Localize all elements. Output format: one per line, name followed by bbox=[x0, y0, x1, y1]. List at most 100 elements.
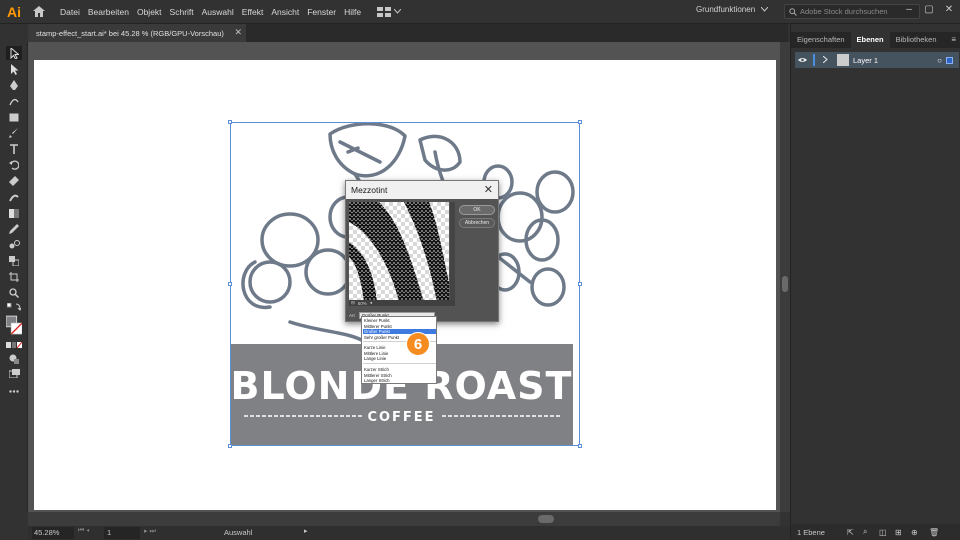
eye-icon[interactable] bbox=[795, 56, 809, 65]
menu-bearbeiten[interactable]: Bearbeiten bbox=[84, 7, 133, 17]
zoom-out-icon[interactable]: ⊟ bbox=[351, 300, 355, 306]
artboard-number: 1 bbox=[107, 528, 112, 537]
screen-mode-icon[interactable] bbox=[6, 366, 22, 380]
width-tool-icon[interactable] bbox=[6, 190, 22, 204]
current-tool-status: Auswahl bbox=[224, 528, 253, 537]
blend-tool-icon[interactable] bbox=[6, 238, 22, 252]
option-lange-linie[interactable]: Lange Linie bbox=[363, 356, 436, 361]
arrange-documents-button[interactable] bbox=[377, 6, 402, 17]
dialog-title: Mezzotint bbox=[351, 185, 388, 195]
tab-ebenen[interactable]: Ebenen bbox=[850, 32, 890, 48]
layer-color-indicator bbox=[813, 54, 815, 66]
rotate-tool-icon[interactable] bbox=[6, 158, 22, 172]
layer-row[interactable]: Layer 1 ○ bbox=[795, 52, 959, 68]
chevron-right-icon[interactable] bbox=[822, 55, 833, 65]
tab-bibliotheken[interactable]: Bibliotheken bbox=[890, 32, 943, 48]
new-layer-icon[interactable]: ⊕ bbox=[911, 528, 918, 537]
menu-objekt[interactable]: Objekt bbox=[133, 7, 166, 17]
search-placeholder: Adobe Stock durchsuchen bbox=[800, 7, 888, 16]
mezzotint-preview-image bbox=[349, 202, 449, 302]
zoom-tool-icon[interactable] bbox=[6, 286, 22, 300]
ok-button[interactable]: OK bbox=[459, 205, 495, 215]
vertical-scroll-thumb[interactable] bbox=[782, 276, 788, 292]
panel-footer: 1 Ebene ⇱ ⌕ ◫ ⊞ ⊕ 🗑 bbox=[791, 524, 960, 540]
new-sublayer-icon[interactable]: ⊞ bbox=[895, 528, 902, 537]
layer-thumbnail bbox=[837, 54, 849, 66]
curvature-tool-icon[interactable] bbox=[6, 94, 22, 108]
option-mittlerer-strich[interactable]: Mittlerer Strich bbox=[363, 373, 436, 378]
layer-name[interactable]: Layer 1 bbox=[853, 56, 878, 65]
chevron-down-icon bbox=[394, 9, 402, 14]
menu-effekt[interactable]: Effekt bbox=[238, 7, 268, 17]
option-kurzer-strich[interactable]: Kurzer Strich bbox=[363, 367, 436, 372]
drawing-mode-icon[interactable] bbox=[6, 352, 22, 366]
menu-fenster[interactable]: Fenster bbox=[303, 7, 340, 17]
cancel-button[interactable]: Abbrechen bbox=[459, 218, 495, 228]
shape-builder-tool-icon[interactable] bbox=[6, 254, 22, 268]
locate-object-icon[interactable]: ⌕ bbox=[863, 527, 867, 537]
paintbrush-tool-icon[interactable] bbox=[6, 126, 22, 140]
clipping-mask-icon[interactable]: ◫ bbox=[879, 528, 887, 537]
menu-ansicht[interactable]: Ansicht bbox=[267, 7, 303, 17]
document-tab-title: stamp-effect_start.ai* bei 45.28 % (RGB/… bbox=[36, 28, 224, 38]
type-label: Art bbox=[349, 312, 355, 318]
panel-scrollbar[interactable] bbox=[951, 68, 957, 524]
grid-layout-icon bbox=[377, 6, 392, 17]
stock-search-input[interactable]: Adobe Stock durchsuchen bbox=[784, 4, 920, 19]
menu-auswahl[interactable]: Auswahl bbox=[198, 7, 238, 17]
tab-eigenschaften[interactable]: Eigenschaften bbox=[791, 32, 851, 48]
artboard-number-field[interactable]: 1 bbox=[104, 527, 140, 539]
zoom-value: 50% bbox=[357, 300, 367, 306]
step-number-badge: 6 bbox=[406, 332, 430, 356]
rectangle-tool-icon[interactable] bbox=[6, 110, 22, 124]
pen-tool-icon[interactable] bbox=[6, 78, 22, 92]
export-icon[interactable]: ⇱ bbox=[847, 528, 854, 537]
home-icon[interactable] bbox=[28, 0, 50, 24]
menu-schrift[interactable]: Schrift bbox=[166, 7, 198, 17]
preview-zoom-bar: ⊟ 50% ◂ bbox=[349, 300, 455, 306]
dialog-titlebar[interactable]: Mezzotint ✕ bbox=[346, 181, 498, 199]
close-icon[interactable]: ✕ bbox=[484, 183, 493, 196]
close-window-button[interactable]: ✕ bbox=[942, 4, 956, 15]
maximize-button[interactable]: ▢ bbox=[922, 4, 936, 15]
effect-preview[interactable] bbox=[349, 202, 449, 302]
close-tab-button[interactable]: ✕ bbox=[234, 27, 242, 38]
layer-selection-indicator[interactable] bbox=[946, 56, 953, 64]
zoom-field[interactable]: 45.28% bbox=[32, 527, 74, 539]
minimize-button[interactable]: – bbox=[902, 4, 916, 15]
panel-menu-icon[interactable]: ≡ bbox=[946, 32, 960, 48]
layer-target-icon[interactable]: ○ bbox=[937, 56, 942, 65]
type-tool-icon[interactable] bbox=[6, 142, 22, 156]
color-mode-icon[interactable] bbox=[6, 338, 22, 352]
document-tab[interactable]: stamp-effect_start.ai* bei 45.28 % (RGB/… bbox=[28, 24, 246, 42]
first-artboard-icon[interactable]: ⏮ ◂ bbox=[78, 527, 89, 535]
swap-colors-icon[interactable] bbox=[6, 300, 22, 314]
option-mittlerer-punkt[interactable]: Mittlerer Punkt bbox=[363, 324, 436, 329]
vertical-scrollbar[interactable] bbox=[780, 42, 790, 512]
app-logo: Ai bbox=[7, 3, 21, 20]
option-kleiner-punkt[interactable]: Kleiner Punkt bbox=[363, 318, 436, 323]
search-icon bbox=[789, 7, 797, 16]
menu-datei[interactable]: Datei bbox=[56, 7, 84, 17]
artboard-tool-icon[interactable] bbox=[6, 270, 22, 284]
status-menu-arrow-icon[interactable]: ▸ bbox=[304, 527, 308, 535]
chevron-down-icon bbox=[761, 7, 769, 12]
selection-tool-icon[interactable] bbox=[6, 46, 22, 60]
eraser-tool-icon[interactable] bbox=[6, 174, 22, 188]
menu-hilfe[interactable]: Hilfe bbox=[340, 7, 365, 17]
panel-tabs: Eigenschaften Ebenen Bibliotheken ≡ bbox=[791, 32, 960, 48]
horizontal-scrollbar[interactable] bbox=[28, 512, 780, 526]
delete-icon[interactable]: 🗑 bbox=[929, 528, 939, 537]
direct-selection-tool-icon[interactable] bbox=[6, 62, 22, 76]
gradient-tool-icon[interactable] bbox=[6, 206, 22, 220]
more-tools-icon[interactable] bbox=[6, 384, 22, 398]
workspace-switcher[interactable]: Grundfunktionen bbox=[696, 5, 769, 14]
preview-scrollbar[interactable] bbox=[450, 202, 455, 302]
option-langer-strich[interactable]: Langer Strich bbox=[363, 378, 436, 383]
eyedropper-tool-icon[interactable] bbox=[6, 222, 22, 236]
next-artboard-icon[interactable]: ▸ ⏭ bbox=[144, 527, 156, 536]
layers-panel: Eigenschaften Ebenen Bibliotheken ≡ Laye… bbox=[790, 24, 960, 540]
horizontal-scroll-thumb[interactable] bbox=[538, 515, 554, 523]
zoom-in-icon[interactable]: ◂ bbox=[370, 300, 372, 306]
fill-stroke-swatch[interactable] bbox=[6, 314, 22, 336]
